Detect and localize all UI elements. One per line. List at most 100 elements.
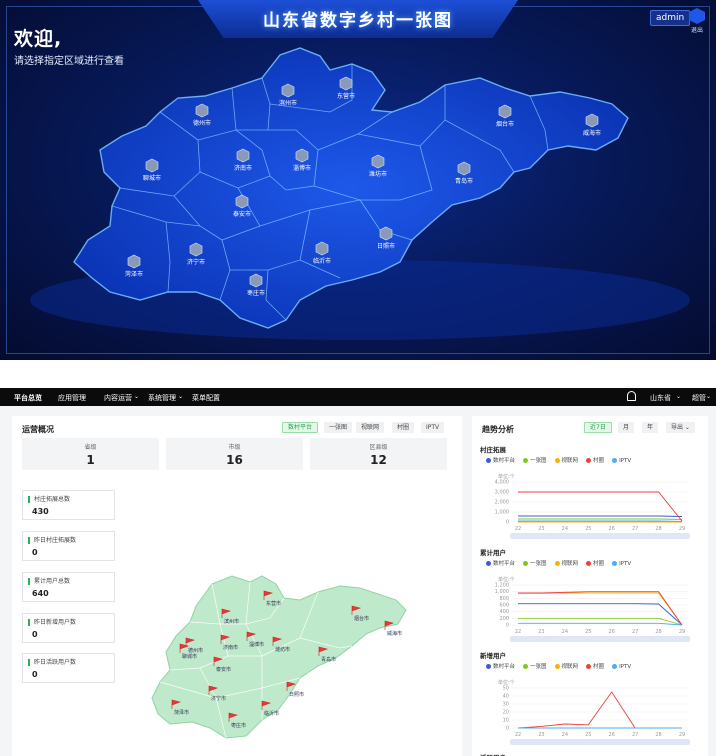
series-line — [518, 591, 683, 626]
y-tick-label: 0 — [506, 520, 509, 526]
y-tick-label: 50 — [503, 686, 509, 692]
x-tick-label: 29 — [679, 526, 685, 532]
city-name: 泰安市 — [233, 210, 251, 218]
location-pin-icon — [249, 273, 263, 288]
export-button[interactable]: 导出 ⌄ — [666, 422, 695, 433]
city-name: 济南市 — [234, 164, 252, 172]
trend-title: 趋势分析 — [482, 425, 514, 434]
y-tick-label: 1,200 — [495, 583, 509, 589]
city-name: 青岛市 — [321, 656, 336, 663]
city-name: 枣庄市 — [231, 722, 246, 729]
series-line — [518, 515, 683, 517]
trend-chart: 活跃用户 — [480, 752, 702, 756]
city-name: 滨州市 — [224, 618, 239, 625]
city-name: 滨州市 — [279, 99, 297, 107]
chart-plot: 单位:个0102030405022 23 24 25 26 27 28 29 — [498, 679, 688, 738]
city-name: 日照市 — [377, 242, 395, 250]
x-tick-label: 23 — [538, 629, 544, 635]
series-line — [518, 520, 683, 522]
x-tick-label: 24 — [562, 629, 568, 635]
logout-label: 退出 — [690, 27, 703, 34]
trend-panel: 趋势分析 近7日 月 年 导出 ⌄ 村庄拓展 数村平台 一张图 视联网 村圈 IPTV 单位… — [472, 416, 708, 756]
x-tick-label: 22 — [515, 629, 521, 635]
x-tick-label: 22 — [515, 526, 521, 532]
logout-button[interactable]: 退出 — [686, 8, 708, 38]
location-pin-icon — [498, 104, 512, 119]
city-name: 潍坊市 — [275, 646, 290, 653]
tab-month[interactable]: 月 — [618, 422, 635, 433]
x-tick-label: 28 — [655, 629, 661, 635]
x-tick-label: 28 — [655, 732, 661, 738]
x-tick-label: 25 — [585, 732, 591, 738]
x-tick-label: 26 — [609, 526, 615, 532]
city-name: 东营市 — [266, 600, 281, 607]
city-name: 威海市 — [387, 630, 402, 637]
trend-chart: 村庄拓展 数村平台 一张图 视联网 村圈 IPTV 单位:个 0 1,000 2,000 3,000… — [480, 444, 702, 539]
location-pin-icon — [236, 148, 250, 163]
location-pin-icon — [295, 148, 309, 163]
city-name: 菏泽市 — [125, 270, 143, 278]
city-name: 东营市 — [337, 92, 355, 100]
x-tick-label: 23 — [538, 526, 544, 532]
series-line — [518, 617, 683, 626]
y-tick-label: 0 — [506, 726, 509, 732]
admin-user-badge[interactable]: admin — [650, 10, 691, 26]
logout-icon — [689, 8, 705, 24]
city-name: 聊城市 — [143, 174, 161, 182]
series-line — [518, 491, 683, 522]
city-name: 德州市 — [193, 119, 211, 127]
city-name: 泰安市 — [216, 666, 231, 673]
city-name: 济宁市 — [187, 258, 205, 266]
chart-plot: 单位:个02004006008001,0001,20022 23 24 25 26 27 2… — [495, 576, 688, 635]
series-line — [518, 518, 683, 520]
location-pin-icon — [189, 242, 203, 257]
x-tick-label: 26 — [609, 629, 615, 635]
x-tick-label: 27 — [632, 526, 638, 532]
y-tick-label: 200 — [499, 616, 509, 622]
location-pin-icon — [339, 76, 353, 91]
city-name: 济宁市 — [211, 695, 226, 702]
select-region-hint: 请选择指定区域进行查看 — [14, 56, 124, 67]
city-name: 德州市 — [188, 647, 203, 654]
y-tick-label: 30 — [503, 702, 509, 708]
location-pin-icon — [281, 83, 295, 98]
chart-title: 累计用户 — [480, 549, 506, 557]
city-name: 临沂市 — [313, 257, 331, 265]
city-name: 菏泽市 — [174, 709, 189, 716]
dashboard-screen: 德州市 滨州市 东营市 聊城市 济南市 淄博市 潍坊市 烟台市 威海市 青岛市 泰安市 日照市 菏泽市 济… — [0, 0, 716, 360]
city-name: 青岛市 — [455, 177, 473, 185]
y-tick-label: 10 — [503, 718, 509, 724]
location-pin-icon — [379, 226, 393, 241]
location-pin-icon — [585, 113, 599, 128]
trend-chart: 累计用户 数村平台 一张图 视联网 村圈 IPTV 单位:个 0 200 400 600 800 1,0… — [480, 547, 702, 642]
location-pin-icon — [457, 161, 471, 176]
admin-console: 平台总览 应用管理 内容运营 ⌄ 系统管理 ⌄ 菜单配置 山东省 ⌄ 超管 ⌄ … — [0, 388, 716, 756]
chart-title: 新增用户 — [480, 652, 506, 660]
y-tick-label: 40 — [503, 694, 509, 700]
series-line — [518, 592, 683, 626]
x-tick-label: 29 — [679, 732, 685, 738]
city-name: 临沂市 — [264, 710, 279, 717]
y-tick-label: 3,000 — [495, 490, 509, 496]
x-tick-label: 22 — [515, 732, 521, 738]
x-tick-label: 29 — [679, 629, 685, 635]
y-tick-label: 400 — [499, 609, 509, 615]
x-tick-label: 27 — [632, 732, 638, 738]
chart-title: 活跃用户 — [480, 752, 702, 756]
export-label: 导出 — [671, 424, 684, 431]
chart-zoom-slider[interactable] — [510, 533, 690, 539]
x-tick-label: 26 — [609, 732, 615, 738]
tab-year[interactable]: 年 — [642, 422, 659, 433]
welcome-text: 欢迎, — [14, 28, 63, 50]
location-pin-icon — [145, 158, 159, 173]
series-line — [517, 691, 682, 729]
chart-zoom-slider[interactable] — [510, 739, 690, 745]
tab-last-7-days[interactable]: 近7日 — [584, 422, 612, 433]
x-tick-label: 27 — [632, 629, 638, 635]
city-name: 威海市 — [583, 129, 601, 137]
x-tick-label: 23 — [538, 732, 544, 738]
trend-chart: 新增用户 数村平台 一张图 视联网 村圈 IPTV 单位:个 0 10 20 30 40 50 22 23 2… — [480, 650, 702, 745]
x-tick-label: 28 — [655, 526, 661, 532]
chart-zoom-slider[interactable] — [510, 636, 690, 642]
x-tick-label: 25 — [585, 526, 591, 532]
